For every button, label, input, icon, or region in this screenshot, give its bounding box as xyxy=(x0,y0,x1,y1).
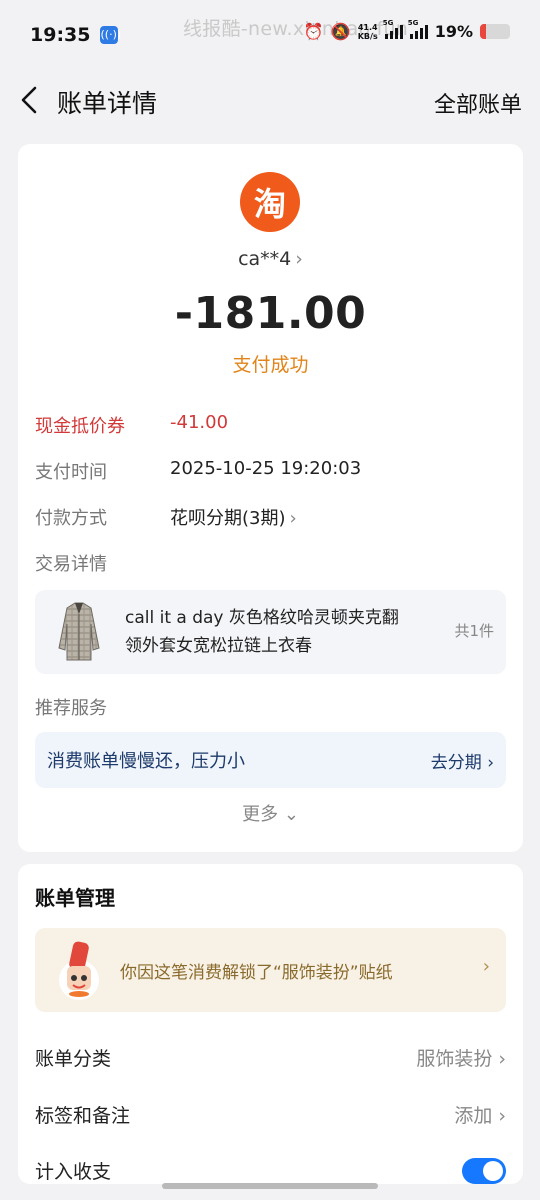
alarm-icon: ⏰ xyxy=(303,22,324,41)
home-indicator[interactable] xyxy=(162,1183,378,1189)
back-arrow-icon[interactable] xyxy=(18,84,42,116)
chevron-right-icon: › xyxy=(498,1048,506,1070)
battery-level-fill xyxy=(480,24,486,39)
nav-bar: 账单详情 全部账单 xyxy=(0,70,540,130)
pay-time-label: 支付时间 xyxy=(35,462,107,483)
cast-icon: ((·)) xyxy=(100,26,121,44)
category-label: 账单分类 xyxy=(35,1048,112,1070)
page-title: 账单详情 xyxy=(57,89,158,118)
trade-detail-label: 交易详情 xyxy=(35,554,107,575)
signal-icon-2: 5G xyxy=(408,19,428,39)
tags-label: 标签和备注 xyxy=(35,1105,131,1127)
installment-button[interactable]: 去分期 › xyxy=(431,748,494,773)
net-speed: 41.4 KB/s xyxy=(357,22,378,41)
merchant-link[interactable]: ca**4 › xyxy=(18,248,523,270)
bill-detail-card: 淘 ca**4 › -181.00 支付成功 现金抵价券 -41.00 支付时间 … xyxy=(18,144,523,852)
bill-management-card: 账单管理 你因这笔消费解锁了“服饰装扮”贴纸 › 账单分类 服饰装扮 › 标签和… xyxy=(18,864,523,1184)
pay-method-label: 付款方式 xyxy=(35,508,107,529)
recommend-label: 推荐服务 xyxy=(35,698,107,719)
tags-value: 添加 › xyxy=(454,1105,506,1127)
management-title: 账单管理 xyxy=(35,886,115,910)
merchant-name: ca**4 xyxy=(238,248,292,270)
product-item[interactable]: call it a day 灰色格纹哈灵顿夹克翻领外套女宽松拉链上衣春 共1件 xyxy=(35,590,506,674)
more-button[interactable]: 更多 ⌄ xyxy=(18,800,523,826)
voucher-label: 现金抵价券 xyxy=(35,416,125,437)
product-title: call it a day 灰色格纹哈灵顿夹克翻领外套女宽松拉链上衣春 xyxy=(125,608,399,656)
income-label: 计入收支 xyxy=(35,1161,112,1183)
status-time: 19:35 xyxy=(30,24,91,46)
installment-banner[interactable]: 消费账单慢慢还，压力小 去分期 › xyxy=(35,732,506,788)
chevron-right-icon: › xyxy=(482,956,490,977)
taobao-logo-icon: 淘 xyxy=(240,172,300,232)
chevron-right-icon: › xyxy=(498,1105,506,1127)
chevron-down-icon: ⌄ xyxy=(283,804,299,825)
battery-percent: 19% xyxy=(434,22,473,41)
all-bills-link[interactable]: 全部账单 xyxy=(434,87,522,119)
mute-icon: 🔕 xyxy=(330,22,351,41)
status-icons: ⏰ 🔕 41.4 KB/s 5G 5G 19% xyxy=(303,19,510,41)
income-toggle[interactable] xyxy=(462,1158,506,1184)
installment-text: 消费账单慢慢还，压力小 xyxy=(47,751,245,772)
sticker-banner[interactable]: 你因这笔消费解锁了“服饰装扮”贴纸 › xyxy=(35,928,506,1012)
product-count: 共1件 xyxy=(454,622,494,640)
sticker-text: 你因这笔消费解锁了“服饰装扮”贴纸 xyxy=(120,963,393,983)
battery-icon xyxy=(480,24,510,39)
voucher-value: -41.00 xyxy=(170,412,229,433)
lipstick-sticker-icon xyxy=(59,941,99,1000)
signal-icon-1: 5G xyxy=(383,19,403,39)
chevron-right-icon: › xyxy=(295,248,303,270)
pay-method-value: 花呗分期(3期) › xyxy=(170,508,297,529)
jacket-thumbnail xyxy=(58,602,100,661)
payment-status: 支付成功 xyxy=(232,354,309,376)
bill-amount: -181.00 xyxy=(174,288,367,339)
chevron-right-icon: › xyxy=(487,753,494,773)
category-value: 服饰装扮 › xyxy=(416,1048,506,1070)
chevron-right-icon: › xyxy=(289,508,297,529)
pay-time-value: 2025-10-25 19:20:03 xyxy=(170,458,362,479)
